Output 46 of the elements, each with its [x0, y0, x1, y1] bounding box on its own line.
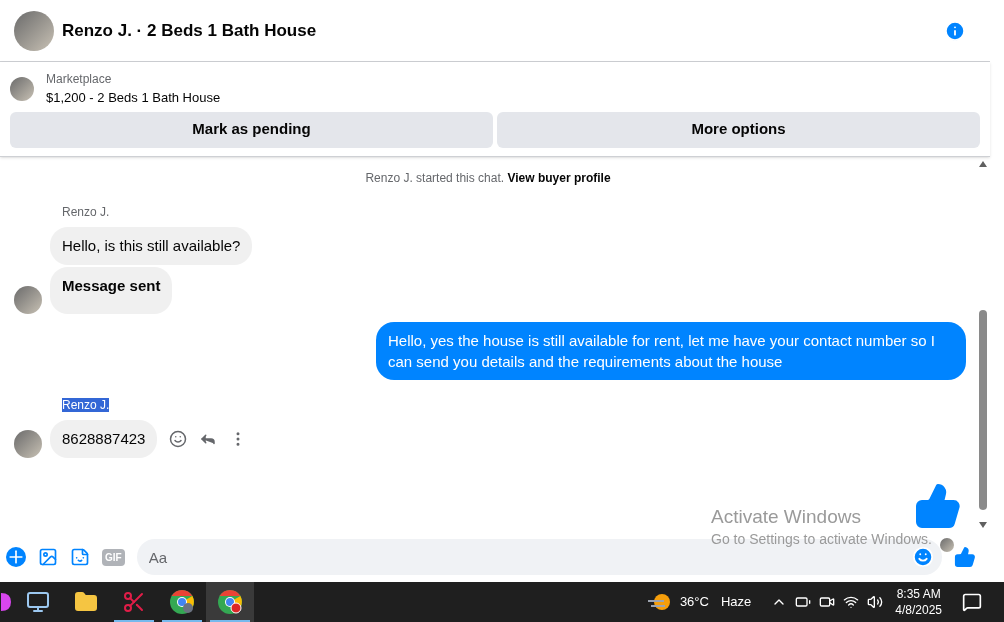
browser-icon[interactable] — [217, 589, 243, 615]
scroll-up-icon[interactable] — [979, 160, 987, 167]
chat-title: Renzo J. · 2 Beds 1 Bath House — [62, 19, 317, 42]
weather-condition[interactable]: Haze — [720, 592, 752, 612]
activation-title: Activate Windows — [711, 505, 862, 529]
photo-icon[interactable] — [38, 547, 58, 567]
battery-icon[interactable] — [795, 594, 812, 610]
emoji-icon[interactable] — [169, 429, 188, 448]
weather-temperature[interactable]: 36°C — [679, 592, 709, 612]
scissors-icon[interactable] — [122, 590, 146, 614]
volume-icon[interactable] — [867, 594, 884, 610]
browser-icon[interactable] — [169, 589, 195, 615]
like-icon — [914, 482, 962, 530]
scroll-down-icon[interactable] — [979, 522, 987, 528]
listing-button[interactable]: Mark as pending — [10, 111, 493, 148]
buyer-profile-link[interactable]: View buyer profile — [507, 170, 611, 185]
camera-icon[interactable] — [819, 594, 836, 610]
running-indicator — [162, 620, 202, 622]
add-icon[interactable] — [6, 547, 26, 567]
sender-name: Renzo J. — [62, 397, 110, 412]
weather-icon[interactable] — [647, 591, 672, 613]
sticker-icon[interactable] — [70, 547, 90, 567]
message-bubble: Hello, is this still available? — [50, 226, 253, 265]
running-indicator — [114, 620, 154, 622]
info-icon[interactable] — [944, 19, 966, 42]
listing-title: $1,200 - 2 Beds 1 Bath House — [46, 89, 221, 107]
notifications-icon[interactable] — [962, 592, 982, 612]
app-icon[interactable] — [1, 591, 13, 613]
listing-source: Marketplace — [46, 71, 113, 88]
like-icon[interactable] — [954, 546, 976, 568]
avatar — [14, 285, 42, 314]
running-indicator — [210, 620, 250, 622]
listing-thumbnail — [10, 76, 34, 101]
folder-icon[interactable] — [74, 590, 98, 614]
message-bubble: Hello, yes the house is still available for rent, let me have your contact number so I can send you details and the requirements about the house — [376, 321, 966, 380]
wifi-icon[interactable] — [843, 594, 860, 610]
message-bubble: Message sent — [50, 267, 173, 314]
avatar — [14, 430, 42, 458]
sender-name: Renzo J. — [62, 204, 110, 219]
read-receipt-avatar — [940, 538, 954, 552]
listing-button[interactable]: More options — [497, 111, 980, 148]
message-bubble: 8628887423 — [50, 419, 158, 458]
computer-icon[interactable] — [26, 590, 50, 614]
clock[interactable]: 8:35 AM 4/8/2025 — [895, 586, 942, 618]
chat-notice: Renzo J. started this chat. View buyer profile — [364, 169, 612, 187]
house-avatar — [14, 10, 54, 51]
